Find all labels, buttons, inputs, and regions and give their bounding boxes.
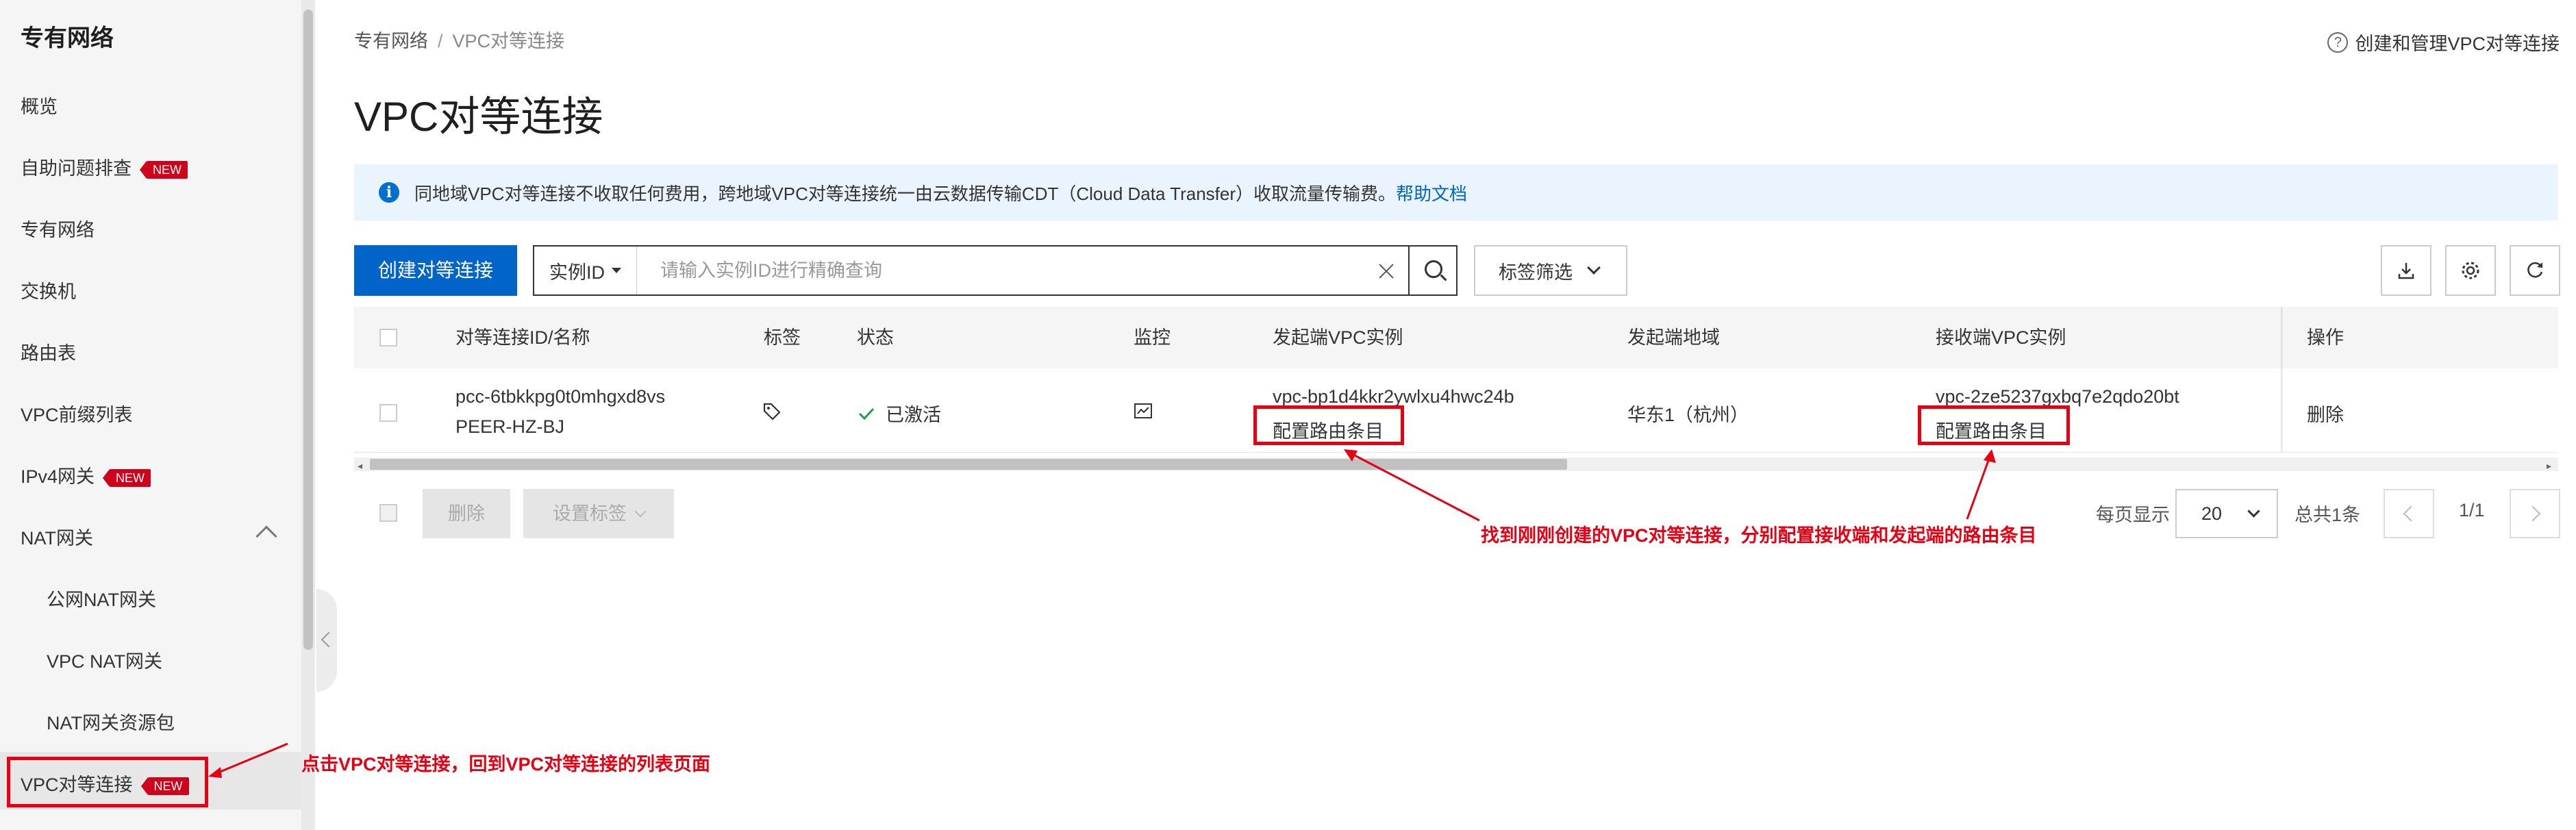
breadcrumb-current: VPC对等连接 bbox=[452, 31, 565, 51]
peering-id-link[interactable]: pcc-6tbkkpg0t0mhgxd8vs bbox=[455, 386, 665, 407]
download-icon bbox=[2398, 263, 2414, 279]
accepter-vpc-link[interactable]: vpc-2ze5237gxbq7e2qdo20bt bbox=[1936, 386, 2179, 407]
header-tags: 标签 bbox=[764, 327, 801, 348]
sidebar-item-vpc[interactable]: 专有网络 bbox=[21, 210, 95, 251]
annotation-box-requester-route bbox=[1253, 405, 1404, 445]
header-status: 状态 bbox=[857, 327, 894, 348]
table-header bbox=[354, 307, 2558, 368]
sidebar-item-troubleshoot[interactable]: 自助问题排查 NEW bbox=[21, 148, 188, 189]
sidebar-item-ipv4-gateway[interactable]: IPv4网关 NEW bbox=[21, 456, 151, 497]
chevron-down-icon bbox=[2247, 504, 2260, 518]
sidebar-item-nat-gateway[interactable]: NAT网关 bbox=[21, 518, 93, 559]
page-title: VPC对等连接 bbox=[354, 94, 603, 140]
batch-delete-button[interactable]: 删除 bbox=[423, 489, 510, 538]
sidebar-scrollbar-thumb[interactable] bbox=[303, 10, 313, 650]
annotation-box-accepter-route bbox=[1918, 405, 2070, 445]
sidebar-item-vswitch[interactable]: 交换机 bbox=[21, 271, 76, 312]
download-button[interactable] bbox=[2381, 245, 2431, 296]
refresh-icon bbox=[2527, 262, 2543, 278]
per-page-label: 每页显示 bbox=[2096, 505, 2170, 525]
sidebar-item-vpc-nat[interactable]: VPC NAT网关 bbox=[47, 641, 162, 682]
annotation-text-route: 找到刚刚创建的VPC对等连接，分别配置接收端和发起端的路由条目 bbox=[1481, 525, 2037, 546]
caret-down-icon bbox=[612, 268, 621, 273]
chevron-down-icon bbox=[634, 505, 647, 518]
info-notice: i 同地域VPC对等连接不收取任何费用，跨地域VPC对等连接统一由云数据传输CD… bbox=[354, 164, 2558, 221]
header-requester-region: 发起端地域 bbox=[1627, 327, 1720, 348]
gear-icon bbox=[2462, 262, 2479, 279]
header-id-name: 对等连接ID/名称 bbox=[455, 327, 590, 348]
sidebar-collapse-button[interactable] bbox=[316, 589, 337, 692]
search-box: 实例ID bbox=[533, 245, 1458, 296]
actions-column-divider bbox=[2281, 307, 2284, 452]
row-checkbox[interactable] bbox=[379, 404, 397, 422]
search-input[interactable] bbox=[637, 247, 1360, 294]
requester-region: 华东1（杭州） bbox=[1627, 405, 1749, 425]
info-icon: i bbox=[379, 182, 399, 203]
header-monitor: 监控 bbox=[1134, 327, 1171, 348]
search-field-select[interactable]: 实例ID bbox=[534, 247, 637, 294]
sidebar-item-public-nat[interactable]: 公网NAT网关 bbox=[47, 579, 156, 620]
sidebar-title: 专有网络 bbox=[21, 25, 114, 51]
help-link[interactable]: ? 创建和管理VPC对等连接 bbox=[2327, 29, 2560, 55]
sidebar-item-route-table[interactable]: 路由表 bbox=[21, 333, 76, 374]
clear-icon[interactable] bbox=[1360, 247, 1408, 294]
batch-set-tag-button[interactable]: 设置标签 bbox=[523, 489, 674, 538]
status-badge: 已激活 bbox=[857, 400, 941, 427]
new-badge: NEW bbox=[103, 468, 151, 487]
chevron-left-icon bbox=[2403, 505, 2419, 522]
scroll-left-icon[interactable]: ◂ bbox=[358, 460, 362, 472]
settings-button[interactable] bbox=[2445, 245, 2496, 296]
header-accepter-vpc: 接收端VPC实例 bbox=[1936, 327, 2066, 348]
annotation-box-sidebar bbox=[7, 757, 208, 807]
new-badge: NEW bbox=[140, 160, 188, 179]
tag-icon[interactable] bbox=[762, 401, 782, 422]
create-peering-button[interactable]: 创建对等连接 bbox=[354, 245, 517, 296]
chevron-down-icon bbox=[1587, 261, 1601, 275]
header-requester-vpc: 发起端VPC实例 bbox=[1273, 327, 1403, 348]
scroll-right-icon[interactable]: ▸ bbox=[2547, 460, 2551, 472]
refresh-button[interactable] bbox=[2510, 245, 2560, 296]
requester-vpc-link[interactable]: vpc-bp1d4kkr2ywlxu4hwc24b bbox=[1273, 386, 1514, 407]
sidebar-item-prefix-list[interactable]: VPC前缀列表 bbox=[21, 394, 133, 436]
select-all-checkbox[interactable] bbox=[379, 329, 397, 347]
prev-page-button[interactable] bbox=[2384, 489, 2434, 538]
sidebar-item-nat-package[interactable]: NAT网关资源包 bbox=[47, 703, 175, 744]
search-icon[interactable] bbox=[1408, 247, 1456, 294]
header-actions: 操作 bbox=[2307, 327, 2344, 348]
annotation-arrows-route bbox=[1344, 449, 1996, 522]
next-page-button[interactable] bbox=[2510, 489, 2560, 538]
breadcrumb-root[interactable]: 专有网络 bbox=[354, 31, 428, 51]
delete-link[interactable]: 删除 bbox=[2307, 400, 2344, 427]
notice-text: 同地域VPC对等连接不收取任何费用，跨地域VPC对等连接统一由云数据传输CDT（… bbox=[414, 183, 1397, 204]
total-count: 总共1条 bbox=[2294, 505, 2361, 525]
annotation-text-sidebar: 点击VPC对等连接，回到VPC对等连接的列表页面 bbox=[301, 754, 711, 775]
chevron-right-icon bbox=[2525, 505, 2541, 522]
help-doc-link[interactable]: 帮助文档 bbox=[1396, 180, 1467, 205]
page-size-select[interactable]: 20 bbox=[2175, 489, 2278, 538]
peering-name: PEER-HZ-BJ bbox=[455, 416, 565, 437]
annotation-arrow-sidebar bbox=[208, 742, 288, 778]
breadcrumb: 专有网络 / VPC对等连接 bbox=[354, 31, 565, 51]
page-indicator: 1/1 bbox=[2459, 500, 2485, 520]
sidebar-item-overview[interactable]: 概览 bbox=[21, 86, 58, 127]
footer-select-all-checkbox[interactable] bbox=[379, 504, 397, 522]
question-icon: ? bbox=[2327, 32, 2349, 53]
check-icon bbox=[858, 407, 875, 420]
tag-filter-dropdown[interactable]: 标签筛选 bbox=[1474, 245, 1627, 296]
monitor-icon[interactable] bbox=[1134, 403, 1153, 420]
